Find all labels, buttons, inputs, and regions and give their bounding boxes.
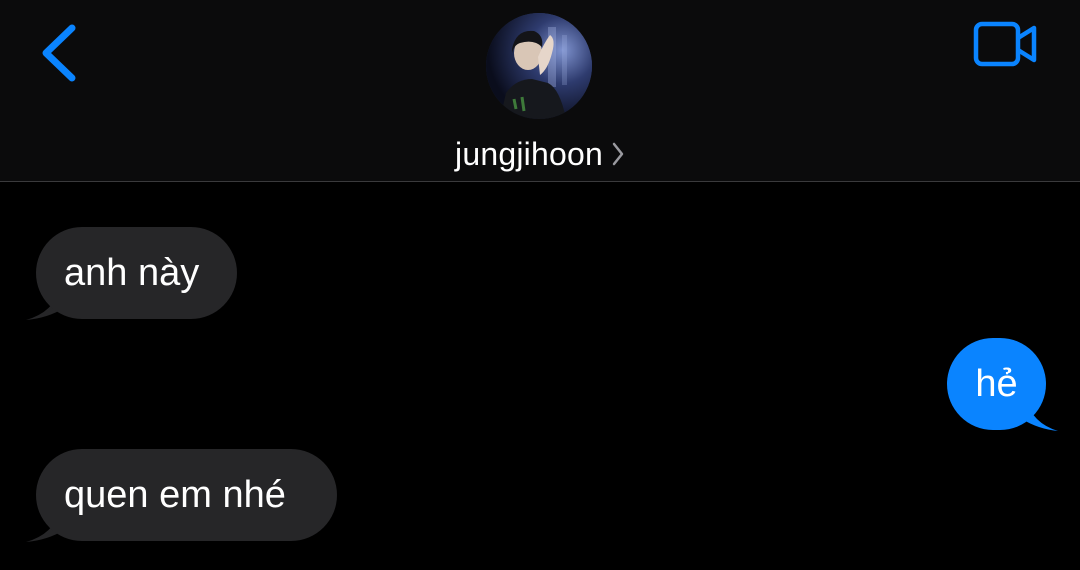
message-text: anh này bbox=[64, 251, 200, 294]
chevron-right-icon bbox=[612, 142, 624, 166]
outgoing-message-bubble[interactable]: hẻ bbox=[947, 338, 1046, 430]
message-text: quen em nhé bbox=[64, 473, 286, 516]
contact-name: jungjihoon bbox=[455, 135, 603, 172]
conversation-header: jungjihoon bbox=[0, 0, 1080, 182]
contact-avatar[interactable] bbox=[486, 13, 592, 119]
back-button[interactable] bbox=[36, 22, 86, 84]
video-camera-icon bbox=[973, 21, 1037, 67]
chevron-left-icon bbox=[42, 24, 76, 82]
contact-name-link[interactable]: jungjihoon bbox=[0, 132, 1080, 176]
message-thread[interactable]: anh này hẻ quen em nhé bbox=[0, 182, 1080, 570]
message-text: hẻ bbox=[975, 362, 1018, 405]
incoming-message-bubble[interactable]: quen em nhé bbox=[36, 449, 337, 541]
video-call-button[interactable] bbox=[972, 20, 1042, 68]
avatar-photo bbox=[486, 13, 592, 119]
incoming-message-bubble[interactable]: anh này bbox=[36, 227, 237, 319]
